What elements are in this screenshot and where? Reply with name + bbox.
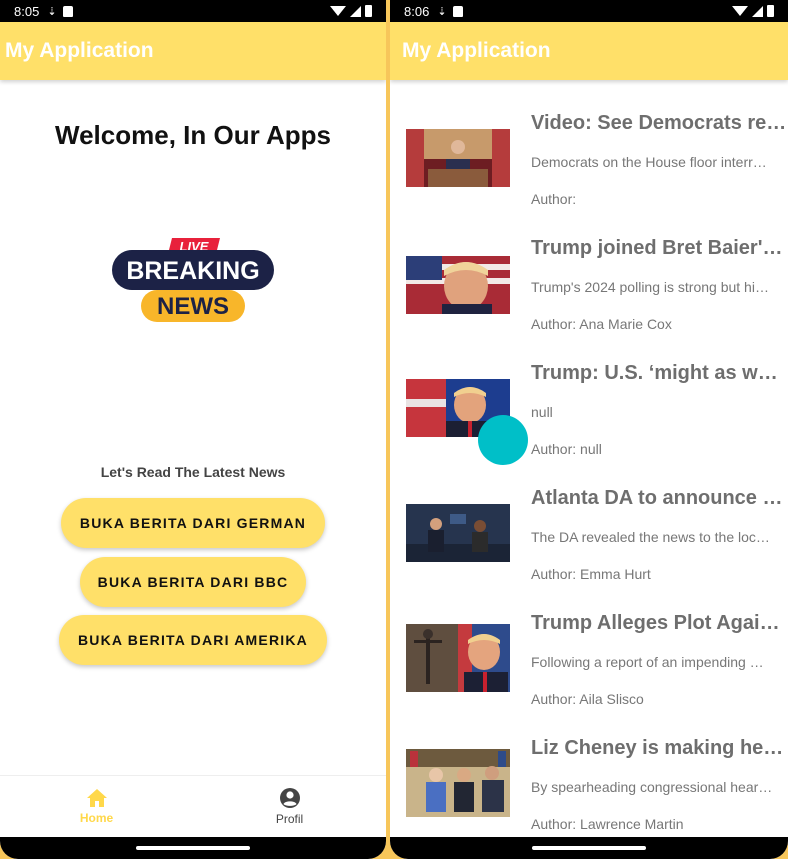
wifi-icon <box>330 6 346 16</box>
news-author: Author: Aila Slisco <box>531 691 644 707</box>
status-time: 8:06 <box>404 3 430 19</box>
news-thumbnail <box>406 624 510 692</box>
news-author: Author: Emma Hurt <box>531 566 651 582</box>
latest-news-subtitle: Let's Read The Latest News <box>100 464 286 480</box>
news-thumbnail <box>406 504 510 562</box>
screenshot-stage: 8:05 ⇣ My Application Welcome, In Our Ap… <box>0 0 788 859</box>
news-item[interactable]: Trump: U.S. ‘might as wel… null Author: … <box>390 360 788 480</box>
news-author: Author: null <box>531 441 602 457</box>
news-thumbnail <box>406 749 510 817</box>
download-icon: ⇣ <box>47 5 57 18</box>
home-gesture-handle[interactable] <box>532 846 646 850</box>
signal-icon <box>350 5 361 17</box>
open-america-news-button[interactable]: BUKA BERITA DARI AMERIKA <box>59 615 327 665</box>
wifi-icon <box>732 6 748 16</box>
nav-profil-label: Profil <box>275 812 304 826</box>
news-title: Trump Alleges Plot Again… <box>531 612 788 634</box>
news-description: Trump's 2024 polling is strong but hi… <box>531 279 769 295</box>
news-item[interactable]: Trump joined Bret Baier's … Trump's 2024… <box>390 235 788 355</box>
news-item[interactable]: Video: See Democrats rep… Democrats on t… <box>390 110 788 230</box>
app-title: My Application <box>5 39 154 62</box>
battery-icon <box>365 5 372 17</box>
news-author: Author: <box>531 191 577 207</box>
news-description: null <box>531 404 553 420</box>
open-german-news-button[interactable]: BUKA BERITA DARI GERMAN <box>61 498 325 548</box>
home-gesture-handle[interactable] <box>136 846 250 850</box>
bottom-navigation: Home Profil <box>0 775 386 837</box>
news-title: Video: See Democrats rep… <box>531 112 788 134</box>
news-description: By spearheading congressional hear… <box>531 779 773 795</box>
news-title: Atlanta DA to announce c… <box>531 487 788 509</box>
welcome-heading: Welcome, In Our Apps <box>55 120 331 150</box>
nav-home[interactable]: Home <box>0 776 193 837</box>
news-title: Trump joined Bret Baier's … <box>531 237 788 259</box>
account-circle-icon <box>279 788 300 808</box>
news-title: Liz Cheney is making hea… <box>531 737 788 759</box>
news-description: The DA revealed the news to the loc… <box>531 529 770 545</box>
app-bar: My Application <box>0 22 386 80</box>
battery-icon <box>767 5 774 17</box>
news-item[interactable]: Atlanta DA to announce c… The DA reveale… <box>390 485 788 605</box>
news-item[interactable]: Liz Cheney is making hea… By spearheadin… <box>390 735 788 837</box>
news-author: Author: Lawrence Martin <box>531 816 684 832</box>
breaking-news-logo: LIVE BREAKING NEWS <box>112 238 274 322</box>
news-description: Following a report of an impending … <box>531 654 764 670</box>
nav-home-label: Home <box>79 811 114 825</box>
news-author: Author: Ana Marie Cox <box>531 316 672 332</box>
news-description: Democrats on the House floor interr… <box>531 154 767 170</box>
open-bbc-news-button[interactable]: BUKA BERITA DARI BBC <box>80 557 306 607</box>
system-nav-bar <box>390 837 788 859</box>
system-nav-bar <box>0 837 386 859</box>
home-screen: 8:05 ⇣ My Application Welcome, In Our Ap… <box>0 0 386 859</box>
news-title: Trump: U.S. ‘might as wel… <box>531 362 788 384</box>
status-bar: 8:05 ⇣ <box>0 0 386 22</box>
svg-text:NEWS: NEWS <box>157 293 229 320</box>
home-icon <box>86 789 107 807</box>
sim-icon <box>62 5 73 17</box>
news-item[interactable]: Trump Alleges Plot Again… Following a re… <box>390 610 788 730</box>
app-title: My Application <box>402 39 551 62</box>
touch-indicator <box>478 415 528 465</box>
signal-icon <box>752 5 763 17</box>
news-thumbnail <box>406 256 510 314</box>
sim-icon <box>452 5 463 17</box>
news-list[interactable]: Video: See Democrats rep… Democrats on t… <box>390 80 788 837</box>
news-list-screen: 8:06 ⇣ My Application Video: See Democra… <box>390 0 788 859</box>
svg-text:BREAKING: BREAKING <box>126 257 259 285</box>
app-bar: My Application <box>390 22 788 80</box>
download-icon: ⇣ <box>437 5 447 18</box>
status-time: 8:05 <box>14 3 40 19</box>
news-thumbnail <box>406 129 510 187</box>
nav-profil[interactable]: Profil <box>193 776 386 837</box>
status-bar: 8:06 ⇣ <box>390 0 788 22</box>
